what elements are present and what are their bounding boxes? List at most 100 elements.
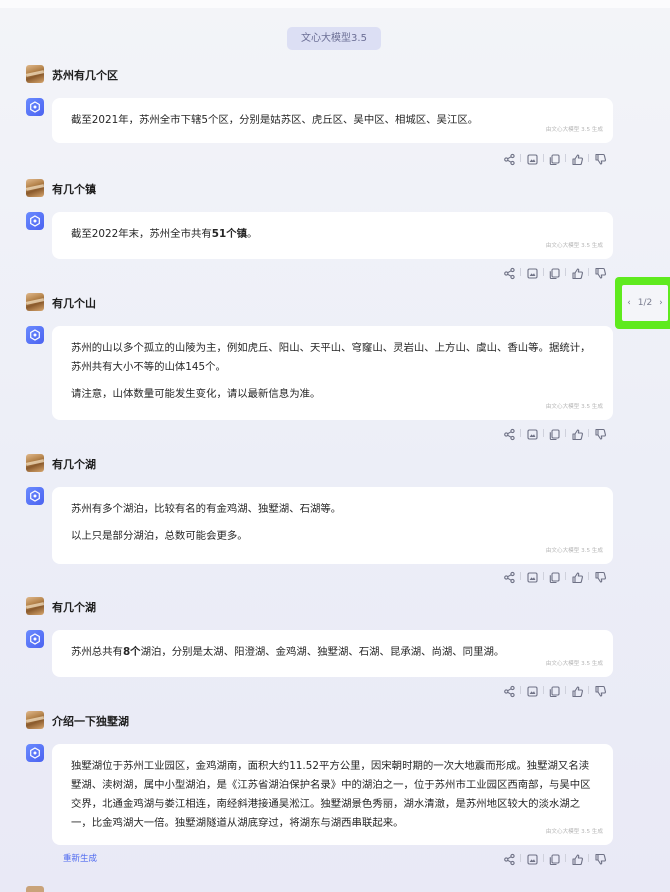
generated-mark: 由文心大模型 3.5 生成 <box>545 829 603 835</box>
image-icon[interactable] <box>526 151 539 165</box>
avatar <box>26 711 44 729</box>
thumbs-up-icon[interactable] <box>571 683 584 698</box>
avatar <box>26 65 44 83</box>
bot-icon <box>26 326 44 344</box>
answer-text: 请注意，山体数量可能发生变化，请以最新信息为准。 <box>71 388 321 400</box>
divider <box>588 154 589 162</box>
action-bar <box>503 426 607 441</box>
answer-bubble: 苏州有多个湖泊，比较有名的有金鸡湖、独墅湖、石湖等。以上只是部分湖泊，总数可能会… <box>52 487 613 564</box>
image-icon[interactable] <box>526 683 539 697</box>
divider <box>565 686 566 694</box>
generated-mark: 由文心大模型 3.5 生成 <box>545 243 603 249</box>
generated-mark: 由文心大模型 3.5 生成 <box>545 404 603 410</box>
image-icon[interactable] <box>526 265 539 279</box>
divider <box>543 854 544 862</box>
action-bar <box>503 851 607 866</box>
divider <box>588 429 589 437</box>
answer-bubble: 苏州总共有8个湖泊，分别是太湖、阳澄湖、金鸡湖、独墅湖、石湖、昆承湖、尚湖、同里… <box>52 630 613 677</box>
thumbs-up-icon[interactable] <box>571 851 584 866</box>
answer-paragraph: 苏州的山以多个孤立的山陵为主，例如虎丘、阳山、天平山、穹窿山、灵岩山、上方山、虞… <box>71 339 595 377</box>
divider <box>588 854 589 862</box>
answer-paragraph: 独墅湖位于苏州工业园区，金鸡湖南，面积大约11.52平方公里，因宋朝时期的一次大… <box>71 757 595 833</box>
share-icon[interactable] <box>503 569 516 584</box>
image-icon[interactable] <box>526 851 539 865</box>
thumbs-down-icon[interactable] <box>594 426 607 440</box>
thumbs-up-icon[interactable] <box>571 569 584 584</box>
divider <box>588 268 589 276</box>
chevron-right-icon[interactable]: › <box>659 298 663 308</box>
avatar <box>26 597 44 615</box>
divider <box>565 572 566 580</box>
bot-icon <box>26 487 44 505</box>
answer-bold-text: 51个镇 <box>211 228 247 240</box>
copy-icon[interactable] <box>548 851 561 866</box>
divider <box>588 686 589 694</box>
answer-paragraph: 苏州有多个湖泊，比较有名的有金鸡湖、独墅湖、石湖等。 <box>71 500 595 519</box>
divider <box>543 686 544 694</box>
divider <box>565 268 566 276</box>
share-icon[interactable] <box>503 265 516 280</box>
copy-icon[interactable] <box>548 683 561 698</box>
answer-bubble: 截至2021年，苏州全市下辖5个区，分别是姑苏区、虎丘区、吴中区、相城区、吴江区… <box>52 98 613 143</box>
thumbs-down-icon[interactable] <box>594 151 607 165</box>
question-text: 介绍一下独墅湖 <box>52 715 129 728</box>
answer-paragraph: 苏州总共有8个湖泊，分别是太湖、阳澄湖、金鸡湖、独墅湖、石湖、昆承湖、尚湖、同里… <box>71 643 595 662</box>
thumbs-down-icon[interactable] <box>594 569 607 583</box>
thumbs-down-icon[interactable] <box>594 265 607 279</box>
pager-highlight: ‹ 1/2 › <box>615 277 670 329</box>
avatar <box>26 454 44 472</box>
thumbs-down-icon[interactable] <box>594 683 607 697</box>
image-icon[interactable] <box>526 569 539 583</box>
answer-paragraph: 截至2022年末，苏州全市共有51个镇。 <box>71 225 595 244</box>
avatar <box>26 293 44 311</box>
divider <box>520 268 521 276</box>
bot-icon <box>26 98 44 116</box>
image-icon[interactable] <box>526 426 539 440</box>
answer-paragraph: 截至2021年，苏州全市下辖5个区，分别是姑苏区、虎丘区、吴中区、相城区、吴江区… <box>71 111 595 130</box>
question-text: 有几个镇 <box>52 183 96 196</box>
generated-mark: 由文心大模型 3.5 生成 <box>545 661 603 667</box>
bot-icon <box>26 212 44 230</box>
answer-text: 苏州总共有 <box>71 646 123 658</box>
bot-icon <box>26 744 44 762</box>
thumbs-down-icon[interactable] <box>594 851 607 865</box>
divider <box>565 154 566 162</box>
answer-paragraph: 以上只是部分湖泊，总数可能会更多。 <box>71 527 595 546</box>
thumbs-up-icon[interactable] <box>571 265 584 280</box>
copy-icon[interactable] <box>548 426 561 441</box>
action-bar <box>503 265 607 280</box>
bot-icon <box>26 630 44 648</box>
divider <box>520 572 521 580</box>
pager-label: 1/2 <box>637 298 653 308</box>
chevron-left-icon[interactable]: ‹ <box>627 298 631 308</box>
avatar <box>26 179 44 197</box>
answer-bubble: 独墅湖位于苏州工业园区，金鸡湖南，面积大约11.52平方公里，因宋朝时期的一次大… <box>52 744 613 845</box>
copy-icon[interactable] <box>548 569 561 584</box>
answer-text: 苏州有多个湖泊，比较有名的有金鸡湖、独墅湖、石湖等。 <box>71 503 342 515</box>
regenerate-button[interactable]: 重新生成 <box>63 852 97 864</box>
generated-mark: 由文心大模型 3.5 生成 <box>545 548 603 554</box>
thumbs-up-icon[interactable] <box>571 151 584 166</box>
avatar <box>26 886 44 892</box>
copy-icon[interactable] <box>548 151 561 166</box>
divider <box>565 854 566 862</box>
share-icon[interactable] <box>503 683 516 698</box>
answer-paragraph: 请注意，山体数量可能发生变化，请以最新信息为准。 <box>71 385 595 404</box>
action-bar <box>503 569 607 584</box>
answer-text: 截至2021年，苏州全市下辖5个区，分别是姑苏区、虎丘区、吴中区、相城区、吴江区… <box>71 114 479 126</box>
thumbs-up-icon[interactable] <box>571 426 584 441</box>
answer-bold-text: 8个 <box>122 646 141 658</box>
share-icon[interactable] <box>503 151 516 166</box>
divider <box>543 268 544 276</box>
divider <box>543 572 544 580</box>
divider <box>520 429 521 437</box>
question-text: 有几个湖 <box>52 601 96 614</box>
divider <box>520 686 521 694</box>
question-text: 有几个湖 <box>52 458 96 471</box>
model-badge: 文心大模型3.5 <box>287 27 381 50</box>
question-text: 苏州有几个区 <box>52 69 118 82</box>
share-icon[interactable] <box>503 426 516 441</box>
question-text: 有几个山 <box>52 297 96 310</box>
copy-icon[interactable] <box>548 265 561 280</box>
share-icon[interactable] <box>503 851 516 866</box>
